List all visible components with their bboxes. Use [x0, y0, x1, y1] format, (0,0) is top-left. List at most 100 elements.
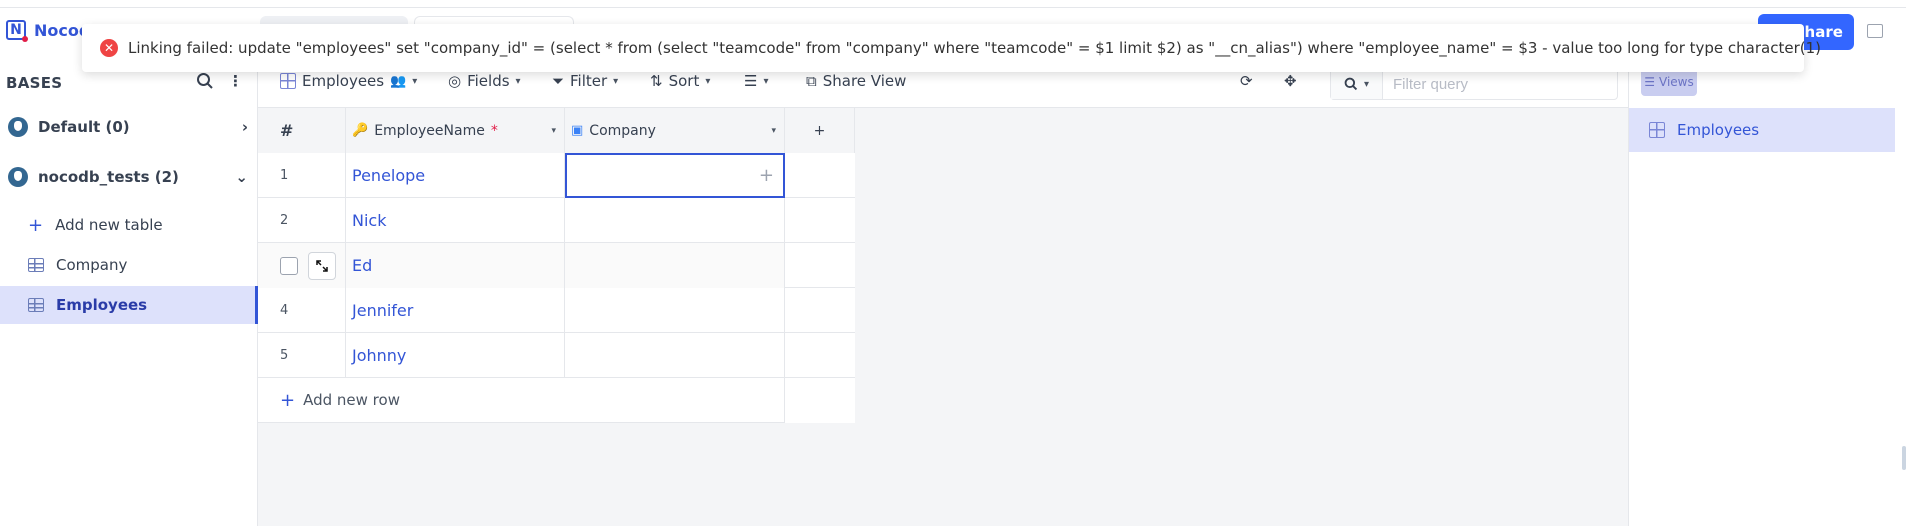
share-view-label: Share View: [822, 72, 907, 90]
row-number: 4: [258, 288, 346, 333]
sidebar-item-employees[interactable]: Employees: [0, 286, 258, 324]
filter-query-input[interactable]: [1383, 70, 1603, 98]
cell-employee-name[interactable]: Nick: [346, 198, 565, 243]
scrollbar[interactable]: [1902, 446, 1906, 470]
column-header-label: Company: [589, 122, 656, 139]
sidebar-item-company[interactable]: Company: [28, 246, 256, 284]
plus-icon: +: [280, 389, 296, 411]
add-table-label: Add new table: [55, 216, 163, 234]
fields-label: Fields: [467, 72, 510, 90]
fields-button[interactable]: ◎ Fields ▾: [448, 72, 521, 90]
sort-button[interactable]: ⇅ Sort ▾: [650, 72, 710, 90]
add-column-button[interactable]: +: [785, 108, 855, 153]
add-new-table[interactable]: + Add new table: [28, 206, 256, 244]
cell-employee-name[interactable]: Ed: [346, 243, 565, 288]
caret-down-icon: ▾: [515, 75, 521, 87]
caret-down-icon[interactable]: ▾: [551, 126, 556, 136]
base-nocodb-tests[interactable]: nocodb_tests (2) ⌄: [8, 162, 248, 192]
postgres-icon: [8, 167, 28, 187]
add-link-plus-icon[interactable]: +: [759, 165, 774, 186]
view-item-label: Employees: [1677, 121, 1760, 139]
cell-company[interactable]: +: [565, 153, 785, 198]
caret-down-icon: ▾: [412, 75, 418, 87]
caret-down-icon: ▾: [1363, 78, 1370, 90]
sidebar-item-label: Employees: [56, 296, 148, 314]
sort-label: Sort: [668, 72, 700, 90]
data-grid: # 🔑 EmployeeName * ▾ ▣ Company ▾ + 1 Pen…: [258, 108, 855, 423]
row-number: 5: [258, 333, 346, 378]
column-header-company[interactable]: ▣ Company ▾: [565, 108, 785, 153]
link-field-icon: ▣: [571, 123, 584, 138]
plus-icon: +: [28, 214, 44, 236]
error-icon: ✕: [100, 39, 118, 57]
grid-view-icon: [1649, 122, 1665, 138]
error-message: Linking failed: update "employees" set "…: [128, 39, 1821, 57]
search-icon[interactable]: [196, 72, 214, 94]
cell-company[interactable]: [565, 198, 785, 243]
table-icon: [28, 298, 44, 312]
column-header-employeename[interactable]: 🔑 EmployeeName * ▾: [346, 108, 565, 153]
base-label: nocodb_tests (2): [38, 168, 179, 186]
views-tab-label: Views: [1659, 75, 1694, 89]
cell-company[interactable]: [565, 333, 785, 378]
column-header-label: EmployeeName: [374, 122, 485, 139]
header-row: # 🔑 EmployeeName * ▾ ▣ Company ▾ +: [258, 108, 855, 153]
filter-button[interactable]: ⏷ Filter ▾: [552, 72, 618, 90]
table-row: Ed: [258, 243, 855, 288]
cell-employee-name[interactable]: Johnny: [346, 333, 565, 378]
fullscreen-icon[interactable]: ✥: [1284, 72, 1297, 90]
search-field-select[interactable]: ▾: [1331, 69, 1383, 99]
cell-employee-name[interactable]: Jennifer: [346, 288, 565, 333]
table-row: 4 Jennifer: [258, 288, 855, 333]
expand-row-icon[interactable]: [308, 251, 336, 280]
filter-label: Filter: [570, 72, 608, 90]
sort-icon: ⇅: [650, 72, 663, 90]
external-link-icon: ⧉: [806, 72, 817, 90]
eye-off-icon: ◎: [448, 72, 462, 90]
chevron-down-icon: ⌄: [235, 168, 248, 186]
nocodb-logo-icon: N: [6, 20, 28, 42]
row-number: 2: [258, 198, 346, 243]
row-height-button[interactable]: ☰ ▾: [744, 72, 768, 90]
postgres-icon: [8, 117, 28, 137]
error-toast: ✕ Linking failed: update "employees" set…: [82, 24, 1821, 72]
views-tab[interactable]: ☰ Views: [1641, 68, 1697, 96]
reload-icon[interactable]: ⟳: [1240, 72, 1253, 90]
cell-employee-name[interactable]: Penelope: [346, 153, 565, 198]
search-icon: [1344, 77, 1358, 91]
users-icon: 👥: [390, 73, 407, 89]
table-icon: [28, 258, 44, 272]
row-number-header: #: [258, 108, 346, 153]
list-icon: ☰: [744, 72, 758, 90]
sidebar: BASES ⋮ Default (0) › nocodb_tests (2) ⌄…: [0, 60, 258, 526]
top-bar: [0, 0, 1906, 8]
filter-query-box: ▾: [1330, 68, 1618, 100]
caret-down-icon: ▾: [613, 75, 619, 87]
cell-company[interactable]: [565, 288, 785, 333]
base-default[interactable]: Default (0) ›: [8, 112, 248, 142]
view-name[interactable]: Employees 👥 ▾: [280, 72, 417, 90]
base-label: Default (0): [38, 118, 130, 136]
required-mark: *: [490, 122, 498, 139]
caret-down-icon: ▾: [763, 75, 769, 87]
grid-area: # 🔑 EmployeeName * ▾ ▣ Company ▾ + 1 Pen…: [258, 108, 1628, 526]
list-icon: ☰: [1644, 75, 1656, 89]
table-row: 2 Nick: [258, 198, 855, 243]
sidebar-item-label: Company: [56, 256, 128, 274]
view-item-employees[interactable]: Employees: [1629, 108, 1895, 152]
caret-down-icon[interactable]: ▾: [771, 126, 776, 136]
row-number: 1: [258, 153, 346, 198]
table-row: 5 Johnny: [258, 333, 855, 378]
cell-company[interactable]: [565, 243, 785, 288]
key-icon: 🔑: [352, 123, 369, 138]
funnel-icon: ⏷: [552, 72, 565, 90]
more-vertical-icon[interactable]: ⋮: [228, 72, 243, 90]
add-row-label: Add new row: [303, 391, 400, 409]
chevron-right-icon: ›: [241, 118, 248, 136]
grid-view-icon: [280, 73, 296, 89]
views-panel: ☰ Views Employees: [1628, 60, 1906, 526]
share-view-button[interactable]: ⧉ Share View: [806, 72, 906, 90]
row-checkbox[interactable]: [280, 256, 298, 275]
side-panel-toggle-icon[interactable]: [1867, 24, 1883, 38]
add-new-row-button[interactable]: + Add new row: [258, 378, 785, 423]
